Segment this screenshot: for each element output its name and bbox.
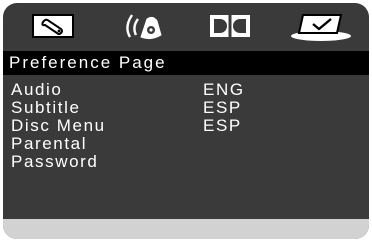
- menu-item-label: Audio: [11, 80, 63, 99]
- tab-preference[interactable]: [289, 11, 353, 41]
- dolby-icon: [210, 15, 250, 37]
- wrench-icon: [32, 14, 74, 38]
- menu-item-label: Parental: [11, 134, 88, 153]
- speaker-audio-icon: [126, 14, 162, 40]
- tab-general-setup[interactable]: [29, 11, 77, 41]
- menu-item-label: Password: [11, 152, 99, 171]
- tab-bar: [3, 3, 369, 51]
- status-bar: [3, 219, 369, 239]
- menu-item-value: ENG: [203, 80, 245, 99]
- checkmark-icon: [291, 14, 351, 41]
- tab-dolby-setup[interactable]: [207, 11, 253, 41]
- menu-item-label: Disc Menu: [11, 116, 106, 135]
- menu-item-value: ESP: [203, 116, 242, 135]
- menu-item-value: ESP: [203, 98, 242, 117]
- page-title: Preference Page: [3, 51, 369, 75]
- osd-panel: Preference Page Audio ENG Subtitle ESP D…: [3, 3, 369, 239]
- menu-item-label: Subtitle: [11, 98, 81, 117]
- tab-audio-setup[interactable]: [123, 11, 169, 41]
